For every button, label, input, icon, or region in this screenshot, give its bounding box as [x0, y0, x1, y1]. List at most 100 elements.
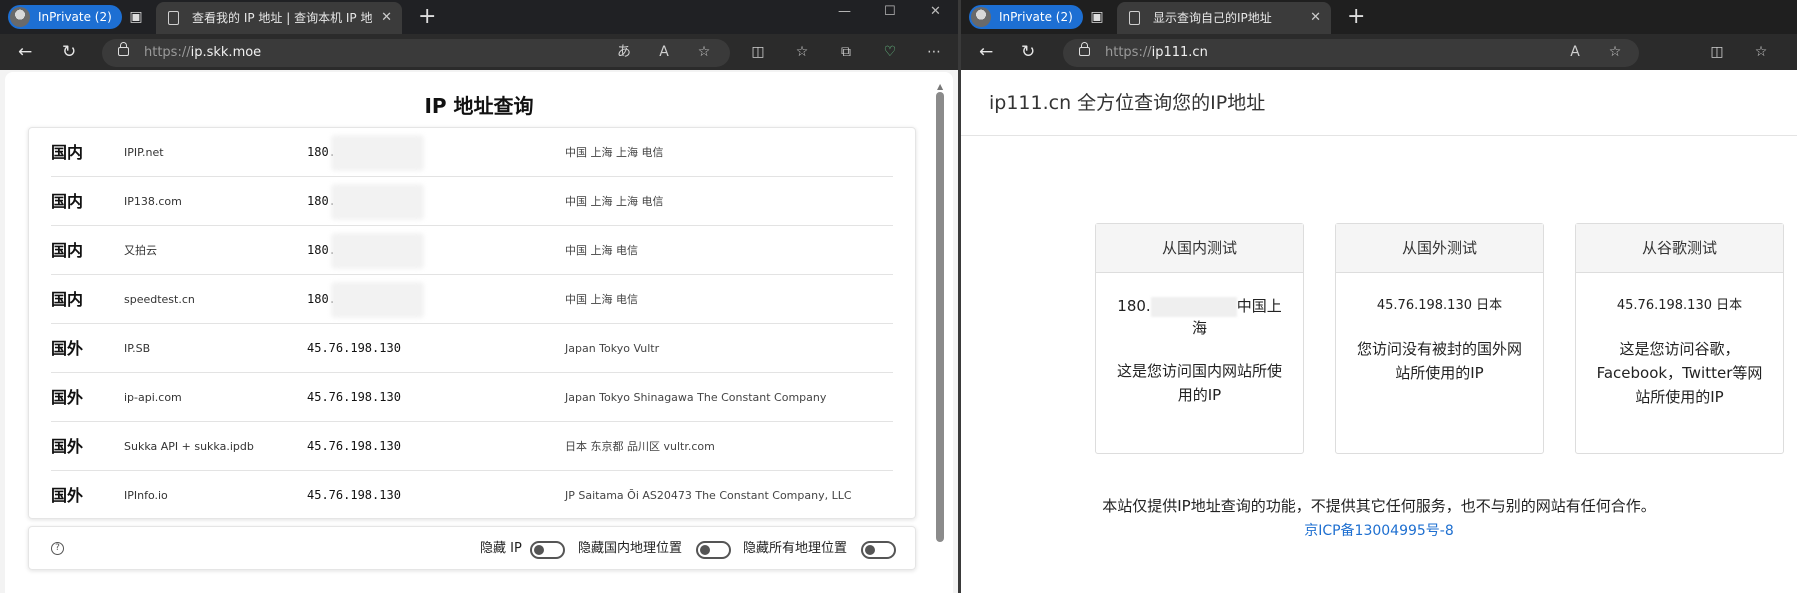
table-row: 国内 speedtest.cn 180. 中国 上海 电信 [51, 275, 893, 324]
ip-redaction [331, 184, 424, 220]
url-field[interactable]: https://ip.skk.moe あ A ☆ [102, 39, 730, 67]
right-tab-bar: InPrivate (2) ▣ 显示查询自己的IP地址 ✕ + [961, 0, 1797, 34]
page-title: IP 地址查询 [424, 94, 534, 118]
page-icon [168, 11, 179, 25]
close-tab-icon[interactable]: ✕ [381, 2, 392, 34]
table-row: 国外 IP.SB 45.76.198.130 Japan Tokyo Vultr [51, 324, 893, 373]
geo-value: 日本 东京都 品川区 vultr.com [565, 440, 715, 453]
ip-value: 45.76.198.130 [307, 439, 401, 453]
ip-redaction [1150, 296, 1237, 317]
geo-value: 中国 上海 电信 [565, 293, 638, 306]
region-label: 国内 [51, 241, 84, 260]
favorites-icon[interactable]: ☆ [1751, 43, 1771, 61]
table-row: 国外 IPInfo.io 45.76.198.130 JP Saitama Ōi… [51, 471, 893, 520]
right-browser-window: InPrivate (2) ▣ 显示查询自己的IP地址 ✕ + ← ↻ http… [961, 0, 1797, 593]
inprivate-button[interactable]: InPrivate (2) [969, 5, 1083, 29]
ip-results-card: 国内 IPIP.net 180. 中国 上海 上海 电信 国内 IP138.co… [28, 127, 916, 519]
url-host: ip111.cn [1151, 45, 1208, 60]
table-row: 国内 IP138.com 180. 中国 上海 上海 电信 [51, 177, 893, 226]
more-menu-icon[interactable]: ⋯ [924, 43, 944, 61]
geo-value: 中国 上海 上海 电信 [565, 195, 664, 208]
url-scheme: https:// [1105, 45, 1152, 60]
right-address-bar: ← ↻ https://ip111.cn A ☆ ◫ ☆ [961, 34, 1797, 70]
region-label: 国外 [51, 339, 84, 358]
source-label: speedtest.cn [124, 293, 195, 306]
panel-ip: 45.76.198.130 日本 [1376, 298, 1503, 313]
site-header: ip111.cn 全方位查询您的IP地址 [961, 70, 1797, 136]
lock-icon [118, 42, 129, 56]
region-label: 国外 [51, 486, 84, 505]
panel-description: 您访问没有被封的国外网站所使用的IP [1356, 340, 1522, 382]
hide-all-geo-toggle[interactable] [861, 541, 896, 559]
tab-actions-icon[interactable]: ▣ [1087, 7, 1107, 27]
domestic-test-panel: 从国内测试 180. 中国上海 这是您访问国内网站所使用的IP [1095, 223, 1304, 454]
new-tab-icon[interactable]: + [418, 5, 436, 29]
read-aloud-icon[interactable]: A [654, 43, 674, 61]
table-row: 国内 又拍云 180. 中国 上海 电信 [51, 226, 893, 275]
split-screen-icon[interactable]: ◫ [748, 43, 768, 61]
source-label: Sukka API + sukka.ipdb [124, 440, 254, 453]
hide-domestic-geo-toggle[interactable] [696, 541, 731, 559]
tab-active[interactable]: 显示查询自己的IP地址 ✕ [1117, 2, 1331, 34]
ip-value: 45.76.198.130 [307, 488, 401, 502]
source-label: IPIP.net [124, 146, 164, 159]
geo-value: JP Saitama Ōi AS20473 The Constant Compa… [565, 489, 852, 502]
ip-value: 45.76.198.130 [307, 341, 401, 355]
tab-title: 显示查询自己的IP地址 [1153, 11, 1272, 25]
left-page: IP 地址查询 国内 IPIP.net 180. 中国 上海 上海 电信 国内 … [5, 72, 953, 593]
region-label: 国外 [51, 437, 84, 456]
new-tab-icon[interactable]: + [1347, 5, 1365, 29]
favorites-icon[interactable]: ☆ [792, 43, 812, 61]
close-tab-icon[interactable]: ✕ [1310, 2, 1321, 34]
left-browser-window: InPrivate (2) ▣ 查看我的 IP 地址 | 查询本机 IP 地 ✕… [0, 0, 958, 593]
read-aloud-icon[interactable]: A [1565, 43, 1585, 61]
tab-title: 查看我的 IP 地址 | 查询本机 IP 地 [192, 11, 373, 25]
performance-icon[interactable]: ♡ [880, 43, 900, 61]
translate-icon[interactable]: あ [614, 43, 634, 61]
minimize-icon[interactable]: — [838, 4, 851, 19]
back-icon[interactable]: ← [18, 42, 32, 62]
region-label: 国内 [51, 192, 84, 211]
refresh-icon[interactable]: ↻ [1021, 42, 1035, 62]
panel-title: 从谷歌测试 [1576, 224, 1783, 273]
back-icon[interactable]: ← [979, 42, 993, 62]
page-icon [1129, 11, 1140, 25]
inprivate-label: InPrivate (2) [999, 10, 1073, 24]
icp-link[interactable]: 京ICP备13004995号-8 [961, 520, 1797, 540]
left-tab-bar: InPrivate (2) ▣ 查看我的 IP 地址 | 查询本机 IP 地 ✕… [0, 0, 958, 34]
source-label: ip-api.com [124, 391, 182, 404]
table-row: 国外 Sukka API + sukka.ipdb 45.76.198.130 … [51, 422, 893, 471]
region-label: 国外 [51, 388, 84, 407]
panel-ip: 180. 中国上海 [1096, 295, 1303, 339]
foreign-test-panel: 从国外测试 45.76.198.130 日本 您访问没有被封的国外网站所使用的I… [1335, 223, 1544, 454]
inprivate-button[interactable]: InPrivate (2) [8, 5, 122, 29]
lock-icon [1079, 42, 1090, 56]
help-icon[interactable]: ? [51, 542, 64, 555]
profile-avatar-icon [10, 7, 30, 27]
hide-domestic-geo-label: 隐藏国内地理位置 [578, 541, 683, 556]
hide-ip-toggle[interactable] [530, 541, 565, 559]
maximize-icon[interactable]: ☐ [884, 4, 896, 19]
tab-active[interactable]: 查看我的 IP 地址 | 查询本机 IP 地 ✕ [156, 2, 402, 34]
hide-all-geo-label: 隐藏所有地理位置 [743, 541, 848, 556]
tab-actions-icon[interactable]: ▣ [126, 7, 146, 27]
panel-title: 从国外测试 [1336, 224, 1543, 273]
scroll-up-icon[interactable]: ▲ [937, 82, 943, 91]
geo-value: Japan Tokyo Vultr [565, 342, 660, 355]
source-label: IP138.com [124, 195, 182, 208]
source-label: 又拍云 [124, 244, 157, 257]
url-scheme: https:// [144, 45, 191, 60]
split-screen-icon[interactable]: ◫ [1707, 43, 1727, 61]
scrollbar-thumb[interactable] [936, 92, 944, 542]
left-address-bar: ← ↻ https://ip.skk.moe あ A ☆ ◫ ☆ ⧉ ♡ ⋯ [0, 34, 958, 70]
url-host: ip.skk.moe [190, 45, 262, 60]
collections-icon[interactable]: ⧉ [836, 43, 856, 61]
ip-redaction [331, 135, 424, 171]
profile-avatar-icon [971, 7, 991, 27]
url-field[interactable]: https://ip111.cn A ☆ [1063, 39, 1639, 67]
google-test-panel: 从谷歌测试 45.76.198.130 日本 这是您访问谷歌，Facebook，… [1575, 223, 1784, 454]
favorite-star-icon[interactable]: ☆ [1605, 43, 1625, 61]
favorite-star-icon[interactable]: ☆ [694, 43, 714, 61]
close-window-icon[interactable]: ✕ [930, 4, 941, 19]
refresh-icon[interactable]: ↻ [62, 42, 76, 62]
